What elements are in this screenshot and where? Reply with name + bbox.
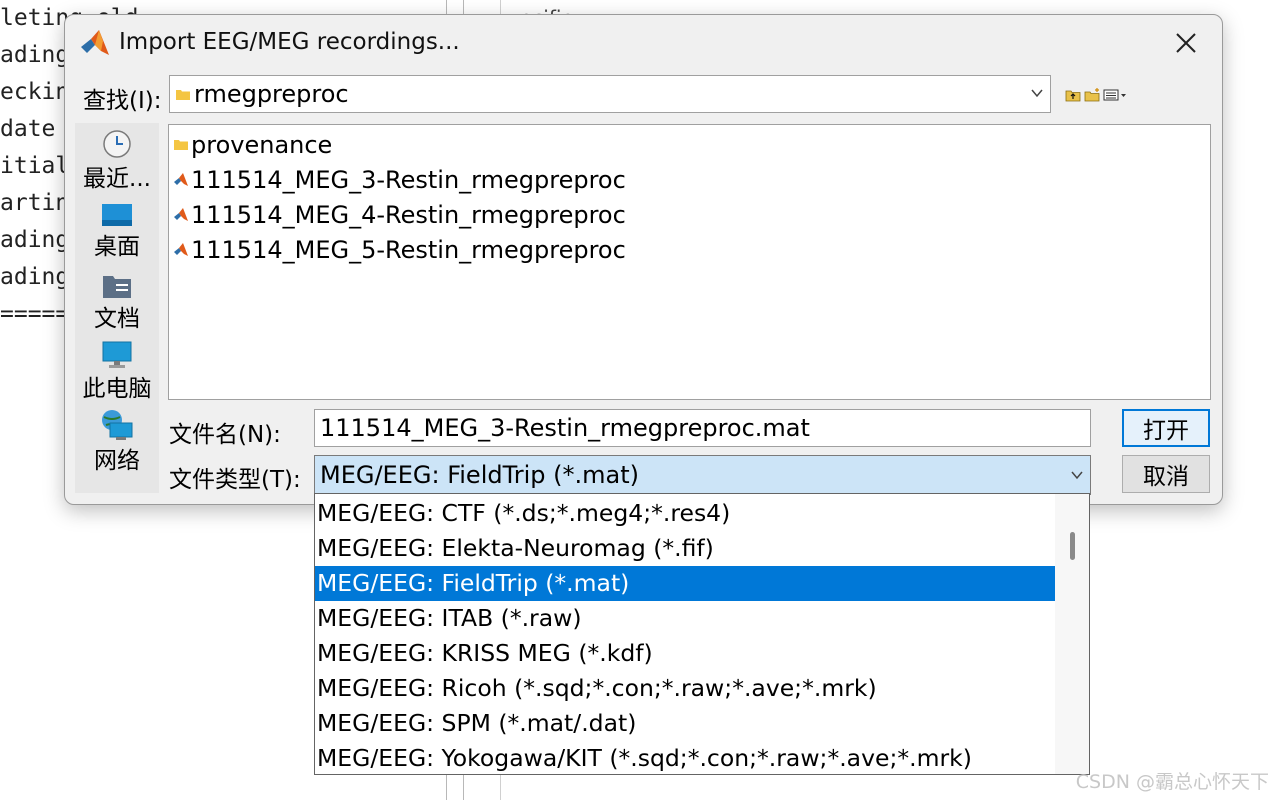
file-type-select[interactable]: MEG/EEG: FieldTrip (*.mat) bbox=[314, 455, 1091, 495]
file-type-value: MEG/EEG: FieldTrip (*.mat) bbox=[320, 461, 639, 489]
desktop-icon bbox=[102, 204, 132, 226]
look-in-value: rmegpreproc bbox=[194, 80, 349, 108]
place-recent[interactable]: 最近... bbox=[75, 129, 159, 193]
close-icon bbox=[1176, 33, 1196, 53]
up-folder-icon[interactable] bbox=[1065, 87, 1082, 102]
file-type-dropdown[interactable]: MEG/EEG: CTF (*.ds;*.meg4;*.res4) MEG/EE… bbox=[314, 493, 1090, 775]
dropdown-option[interactable]: MEG/EEG: ITAB (*.raw) bbox=[315, 601, 1055, 636]
computer-icon bbox=[102, 341, 132, 368]
dropdown-option[interactable]: MEG/EEG: Yokogawa/KIT (*.sqd;*.con;*.raw… bbox=[315, 741, 1055, 774]
file-name: 111514_MEG_4-Restin_rmegpreproc bbox=[191, 200, 626, 229]
open-button[interactable]: 打开 bbox=[1122, 409, 1210, 447]
dropdown-option[interactable]: MEG/EEG: Elekta-Neuromag (*.fif) bbox=[315, 531, 1055, 566]
list-item[interactable]: 111514_MEG_3-Restin_rmegpreproc bbox=[171, 162, 626, 197]
place-desktop[interactable]: 桌面 bbox=[75, 203, 159, 261]
documents-icon bbox=[103, 276, 131, 298]
place-documents[interactable]: 文档 bbox=[75, 273, 159, 333]
places-bar: 最近... 桌面 文档 此电脑 网络 bbox=[75, 123, 159, 493]
file-type-label: 文件类型(T): bbox=[169, 467, 301, 493]
file-list[interactable]: provenance 111514_MEG_3-Restin_rmegprepr… bbox=[168, 124, 1211, 400]
list-item[interactable]: 111514_MEG_5-Restin_rmegpreproc bbox=[171, 232, 626, 267]
title-bar[interactable]: Import EEG/MEG recordings... bbox=[65, 15, 1222, 71]
matlab-logo-icon bbox=[81, 30, 109, 55]
dropdown-option[interactable]: MEG/EEG: KRISS MEG (*.kdf) bbox=[315, 636, 1055, 671]
dropdown-option[interactable]: MEG/EEG: CTF (*.ds;*.meg4;*.res4) bbox=[315, 496, 1055, 531]
scrollbar-thumb[interactable] bbox=[1070, 532, 1075, 560]
file-name: 111514_MEG_3-Restin_rmegpreproc bbox=[191, 165, 626, 194]
place-this-pc[interactable]: 此电脑 bbox=[75, 341, 159, 403]
dialog-toolbar bbox=[1065, 87, 1127, 102]
folder-icon bbox=[174, 140, 188, 150]
dropdown-option-selected[interactable]: MEG/EEG: FieldTrip (*.mat) bbox=[315, 566, 1055, 601]
matlab-file-icon bbox=[174, 172, 188, 186]
folder-icon bbox=[176, 90, 190, 100]
place-network[interactable]: 网络 bbox=[75, 409, 159, 475]
dropdown-option[interactable]: MEG/EEG: SPM (*.mat/.dat) bbox=[315, 706, 1055, 741]
close-button[interactable] bbox=[1164, 23, 1208, 63]
file-name-label: 文件名(N): bbox=[169, 422, 281, 448]
place-label: 桌面 bbox=[94, 234, 140, 260]
matlab-file-icon bbox=[174, 207, 188, 221]
place-label: 网络 bbox=[94, 448, 140, 474]
look-in-combo[interactable]: rmegpreproc bbox=[169, 75, 1051, 113]
matlab-file-icon bbox=[174, 242, 188, 256]
file-name-input[interactable]: 111514_MEG_3-Restin_rmegpreproc.mat bbox=[314, 409, 1091, 447]
cancel-button[interactable]: 取消 bbox=[1122, 455, 1210, 493]
dropdown-option[interactable]: MEG/EEG: Ricoh (*.sqd;*.con;*.raw;*.ave;… bbox=[315, 671, 1055, 706]
dialog-title: Import EEG/MEG recordings... bbox=[119, 29, 460, 55]
list-item[interactable]: 111514_MEG_4-Restin_rmegpreproc bbox=[171, 197, 626, 232]
list-item[interactable]: provenance bbox=[171, 127, 332, 162]
file-name: 111514_MEG_5-Restin_rmegpreproc bbox=[191, 235, 626, 264]
new-folder-icon[interactable] bbox=[1084, 87, 1101, 102]
import-dialog: Import EEG/MEG recordings... 查找(I): rmeg… bbox=[64, 14, 1223, 505]
chevron-down-icon bbox=[1031, 89, 1043, 98]
place-label: 此电脑 bbox=[82, 376, 152, 402]
file-name: provenance bbox=[191, 130, 333, 159]
dropdown-scrollbar[interactable] bbox=[1055, 494, 1089, 774]
watermark: CSDN @霸总心怀天下 bbox=[1075, 771, 1269, 793]
place-label: 文档 bbox=[94, 306, 140, 332]
chevron-down-icon bbox=[1071, 471, 1083, 480]
view-menu-icon[interactable] bbox=[1103, 87, 1127, 101]
look-in-label: 查找(I): bbox=[83, 88, 162, 114]
network-icon bbox=[102, 410, 133, 440]
place-label: 最近... bbox=[83, 166, 151, 192]
recent-icon bbox=[103, 130, 131, 158]
